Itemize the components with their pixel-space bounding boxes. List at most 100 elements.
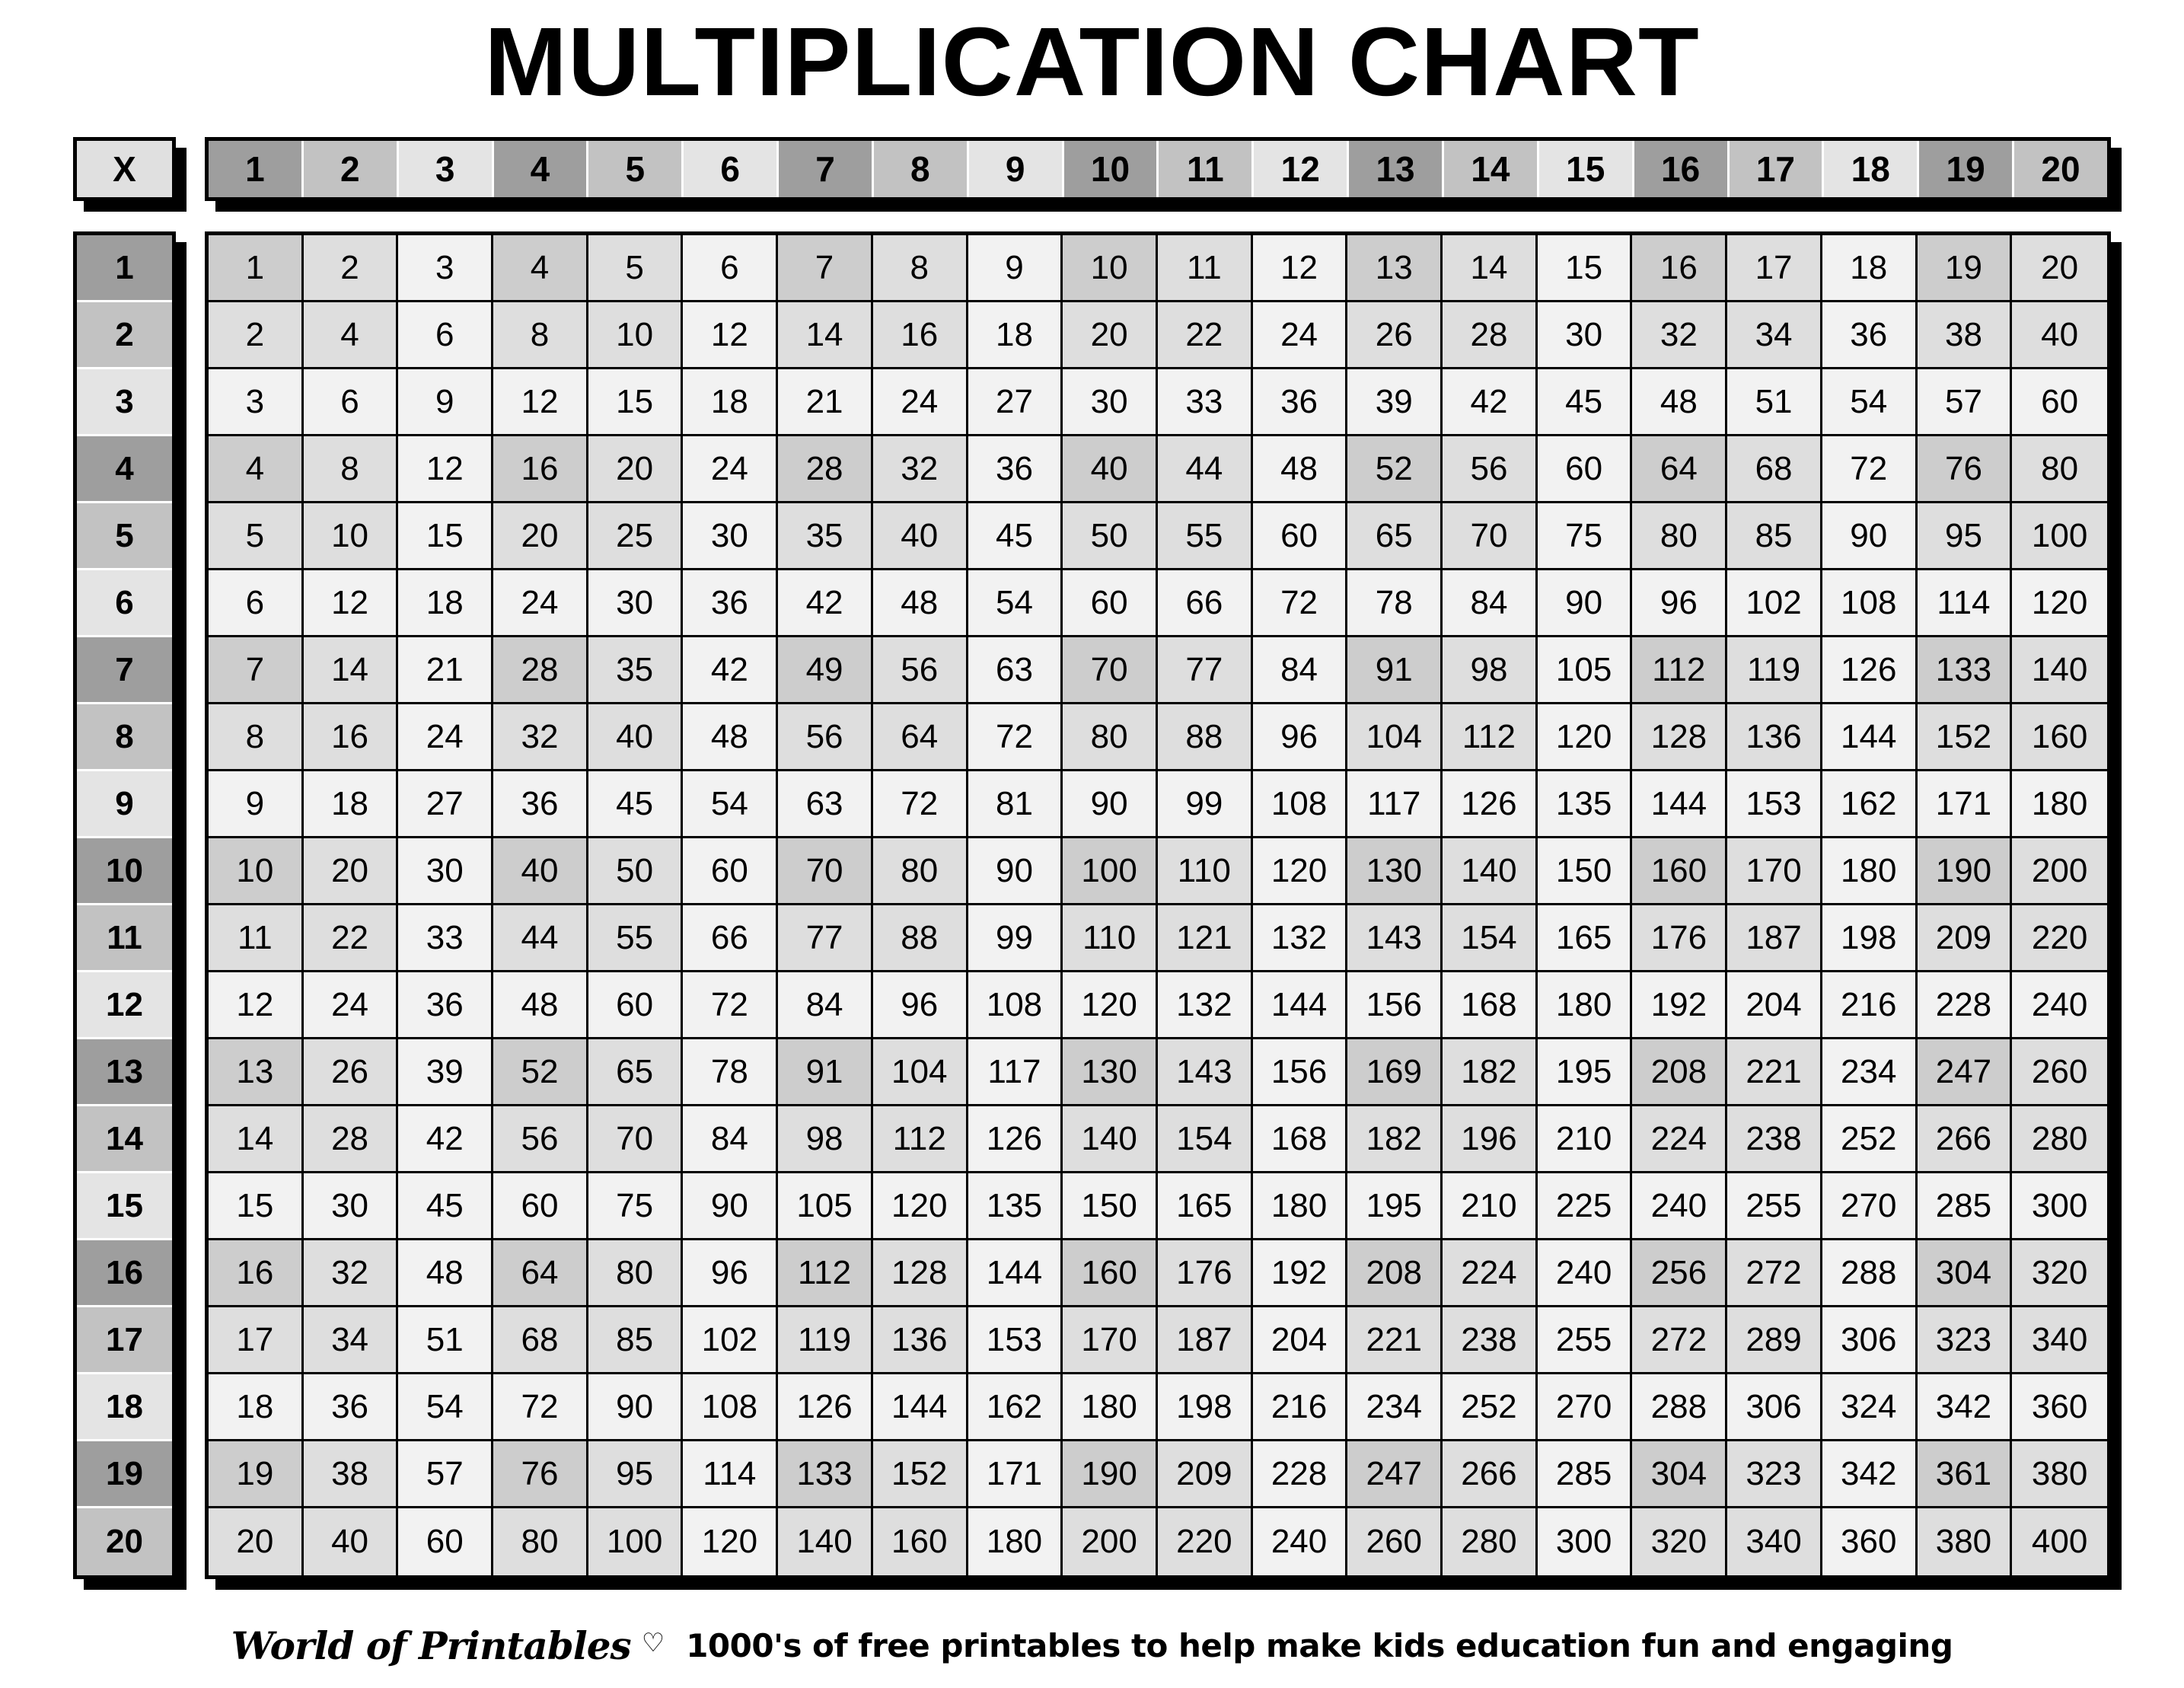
grid-cell: 10	[209, 838, 304, 905]
grid-cell: 20	[493, 503, 588, 570]
grid-cell: 84	[778, 972, 873, 1039]
grid-cell: 108	[1252, 771, 1348, 838]
grid-cell: 20	[2012, 235, 2107, 302]
grid-cell: 16	[493, 436, 588, 503]
multiplication-chart-page: MULTIPLICATION CHART X 1 2 3 4 5 6 7 8 9 10 11 12 13…	[0, 0, 2184, 1688]
grid-cell: 11	[209, 905, 304, 972]
grid-cell: 63	[778, 771, 873, 838]
grid-cell: 44	[493, 905, 588, 972]
grid-cell: 4	[303, 302, 399, 369]
grid-cell: 85	[1727, 503, 1822, 570]
grid-cell: 65	[588, 1039, 684, 1106]
grid-cell: 204	[1727, 972, 1822, 1039]
grid-cell: 323	[1727, 1441, 1822, 1508]
row-header-cell: 1	[77, 235, 172, 302]
grid-cell: 144	[872, 1374, 968, 1441]
grid-cell: 80	[588, 1240, 684, 1307]
grid-cell: 342	[1822, 1441, 1918, 1508]
row-header-cell: 20	[77, 1508, 172, 1575]
grid-cell: 117	[1347, 771, 1443, 838]
grid-cell: 40	[493, 838, 588, 905]
grid-cell: 114	[1917, 570, 2013, 637]
column-header-cell: 14	[1443, 141, 1539, 197]
grid-cell: 132	[1157, 972, 1253, 1039]
row-header-cell: 19	[77, 1441, 172, 1508]
grid-cell: 24	[683, 436, 779, 503]
grid-cell: 108	[1822, 570, 1918, 637]
grid-cell: 88	[872, 905, 968, 972]
grid-cell: 28	[303, 1106, 399, 1173]
grid-cell: 49	[778, 637, 873, 704]
grid-cell: 162	[1822, 771, 1918, 838]
grid-cell: 340	[1727, 1508, 1822, 1575]
grid-cell: 18	[209, 1374, 304, 1441]
grid-cell: 36	[1822, 302, 1918, 369]
grid-cell: 306	[1822, 1307, 1918, 1374]
grid-cell: 28	[1443, 302, 1538, 369]
grid-cell: 66	[1157, 570, 1253, 637]
grid-cell: 240	[1252, 1508, 1348, 1575]
grid-cell: 342	[1917, 1374, 2013, 1441]
grid-cell: 99	[1157, 771, 1253, 838]
footer: World of Printables ♡ 1000's of free pri…	[0, 1623, 2184, 1668]
grid-cell: 288	[1822, 1240, 1918, 1307]
grid-cell: 18	[968, 302, 1063, 369]
grid-cell: 39	[1347, 369, 1443, 436]
grid-cell: 323	[1917, 1307, 2013, 1374]
grid-cell: 64	[493, 1240, 588, 1307]
grid-cell: 32	[1632, 302, 1728, 369]
page-title: MULTIPLICATION CHART	[484, 8, 1700, 116]
grid-cell: 24	[493, 570, 588, 637]
grid-cell: 192	[1632, 972, 1728, 1039]
grid-cell: 30	[1063, 369, 1158, 436]
grid-cell: 20	[303, 838, 399, 905]
heart-icon: ♡	[641, 1629, 665, 1658]
grid-cell: 110	[1063, 905, 1158, 972]
grid-cell: 60	[2012, 369, 2107, 436]
grid-cell: 54	[968, 570, 1063, 637]
grid-cell: 144	[1822, 704, 1918, 771]
grid-cell: 34	[1727, 302, 1822, 369]
grid-cell: 260	[1347, 1508, 1443, 1575]
grid-cell: 3	[398, 235, 494, 302]
grid-cell: 220	[2012, 905, 2107, 972]
grid-cell: 340	[2012, 1307, 2107, 1374]
grid-cell: 15	[1537, 235, 1633, 302]
grid-cell: 200	[1063, 1508, 1158, 1575]
grid-cell: 225	[1537, 1173, 1633, 1240]
grid-cell: 48	[872, 570, 968, 637]
column-header-cell: 4	[493, 141, 589, 197]
grid-cell: 63	[968, 637, 1063, 704]
grid-cell: 54	[1822, 369, 1918, 436]
grid-cell: 72	[872, 771, 968, 838]
grid-cell: 50	[1063, 503, 1158, 570]
grid-cell: 156	[1252, 1039, 1348, 1106]
grid-cell: 195	[1347, 1173, 1443, 1240]
grid-cell: 10	[588, 302, 684, 369]
grid-cell: 200	[2012, 838, 2107, 905]
grid-cell: 135	[1537, 771, 1633, 838]
grid-cell: 45	[968, 503, 1063, 570]
grid-cell: 150	[1063, 1173, 1158, 1240]
grid-cell: 182	[1443, 1039, 1538, 1106]
grid-cell: 36	[1252, 369, 1348, 436]
grid-cell: 34	[303, 1307, 399, 1374]
grid-cell: 8	[872, 235, 968, 302]
grid-cell: 208	[1632, 1039, 1728, 1106]
grid-cell: 238	[1443, 1307, 1538, 1374]
grid-cell: 45	[588, 771, 684, 838]
grid-cell: 70	[778, 838, 873, 905]
grid-cell: 36	[398, 972, 494, 1039]
grid-cell: 17	[209, 1307, 304, 1374]
grid-cell: 52	[1347, 436, 1443, 503]
grid-cell: 24	[872, 369, 968, 436]
grid-cell: 170	[1063, 1307, 1158, 1374]
grid-cell: 260	[2012, 1039, 2107, 1106]
grid-cell: 304	[1632, 1441, 1728, 1508]
grid-cell: 136	[1727, 704, 1822, 771]
grid-cell: 256	[1632, 1240, 1728, 1307]
grid-cell: 51	[398, 1307, 494, 1374]
row-header-cell: 17	[77, 1307, 172, 1374]
grid-cell: 160	[1063, 1240, 1158, 1307]
grid-cell: 133	[1917, 637, 2013, 704]
